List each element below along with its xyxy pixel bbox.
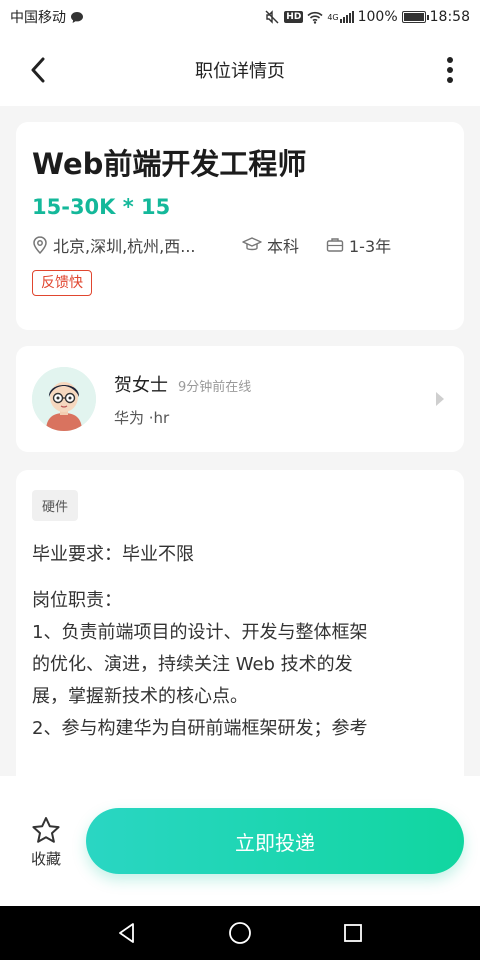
job-location: 北京,深圳,杭州,西...: [32, 233, 242, 257]
status-bar: 中国移动 HD 4G 100% 18:58: [0, 0, 480, 34]
briefcase-icon: [326, 238, 344, 252]
back-triangle-icon: [118, 923, 134, 943]
recruiter-info: 贺女士 9分钟前在线 华为 ·hr: [114, 371, 432, 428]
network-type-label: 4G: [327, 12, 339, 22]
recents-square-icon: [344, 924, 363, 942]
favorite-button[interactable]: 收藏: [24, 816, 68, 869]
more-options-button[interactable]: [438, 52, 462, 88]
job-title: Web前端开发工程师: [32, 147, 307, 181]
recruiter-online-status: 9分钟前在线: [178, 379, 252, 395]
education-text: 本科: [267, 237, 300, 256]
job-meta-row: 北京,深圳,杭州,西... 本科 1-3年: [32, 232, 448, 258]
category-tag: 硬件: [32, 490, 79, 521]
apply-now-button[interactable]: 立即投递: [86, 808, 464, 874]
feedback-fast-tag: 反馈快: [32, 270, 92, 296]
recruiter-name: 贺女士: [114, 374, 168, 396]
star-icon: [32, 817, 60, 843]
more-vertical-icon: [447, 57, 453, 83]
location-pin-icon: [33, 236, 47, 254]
nav-back-button[interactable]: [107, 913, 147, 953]
hd-icon: HD: [284, 11, 304, 23]
carrier-label: 中国移动: [10, 10, 66, 26]
page-title: 职位详情页: [195, 61, 285, 82]
location-text: 北京,深圳,杭州,西...: [53, 237, 196, 256]
duty-line: 1、负责前端项目的设计、开发与整体框架: [32, 622, 368, 643]
job-education: 本科: [242, 233, 326, 257]
duty-line: 2、参与构建华为自研前端框架研发；参考: [32, 718, 368, 739]
battery-percent: 100%: [357, 9, 398, 25]
description-body: 毕业要求：毕业不限 岗位职责： 1、负责前端项目的设计、开发与整体框架 的优化、…: [32, 539, 448, 745]
bottom-action-bar: 收藏 立即投递: [0, 776, 480, 906]
battery-icon: [401, 11, 429, 23]
chevron-left-icon: [31, 57, 45, 83]
chevron-right-icon: [432, 389, 448, 409]
job-experience: 1-3年: [326, 233, 391, 257]
recruiter-avatar-illustration: [32, 367, 96, 431]
cell-signal-icon: 4G: [327, 11, 354, 23]
job-summary-card: Web前端开发工程师 15-30K * 15 北京,深圳,杭州,西... 本科 …: [16, 122, 464, 330]
duty-line: 的优化、演进，持续关注 Web 技术的发: [32, 654, 353, 675]
app-header: 职位详情页: [0, 34, 480, 106]
system-nav-bar: [0, 906, 480, 960]
nav-recents-button[interactable]: [333, 913, 373, 953]
job-description-card: 硬件 毕业要求：毕业不限 岗位职责： 1、负责前端项目的设计、开发与整体框架 的…: [16, 470, 464, 800]
duties-title: 岗位职责：: [32, 590, 122, 611]
mute-icon: [264, 9, 280, 25]
experience-text: 1-3年: [349, 237, 392, 256]
nav-home-button[interactable]: [220, 913, 260, 953]
chat-bubble-icon: [70, 11, 84, 24]
home-circle-icon: [229, 922, 251, 944]
back-button[interactable]: [20, 52, 56, 88]
graduation-cap-icon: [242, 237, 262, 251]
duty-line: 展，掌握新技术的核心点。: [32, 686, 248, 707]
salary: 15-30K * 15: [32, 195, 171, 219]
avatar: [32, 367, 96, 431]
wifi-icon: [307, 11, 323, 24]
graduation-requirement: 毕业要求：毕业不限: [32, 544, 194, 565]
recruiter-name-row: 贺女士 9分钟前在线: [114, 371, 432, 397]
recruiter-card[interactable]: 贺女士 9分钟前在线 华为 ·hr: [16, 346, 464, 452]
favorite-label: 收藏: [30, 850, 61, 868]
clock: 18:58: [429, 9, 470, 25]
recruiter-company: 华为 ·hr: [114, 408, 170, 427]
